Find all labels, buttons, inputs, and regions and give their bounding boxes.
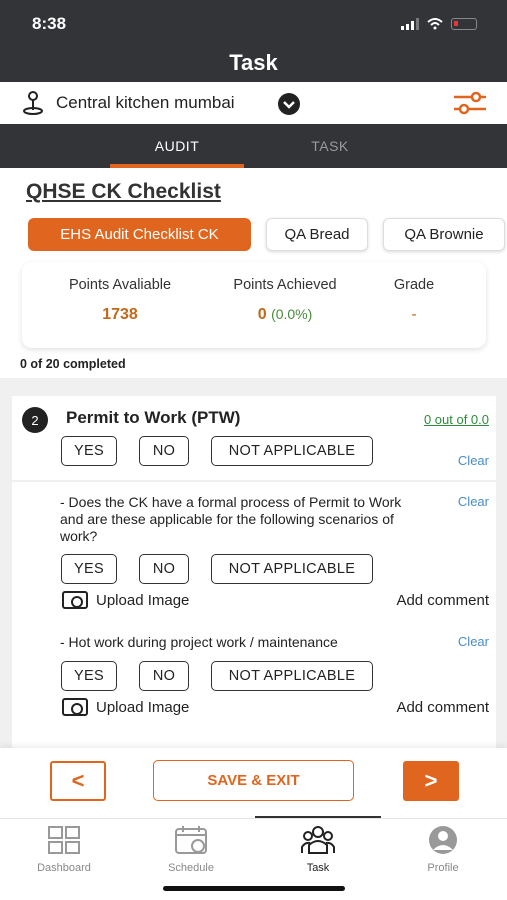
question-2-text: - Hot work during project work / mainten… <box>60 634 338 650</box>
location-name: Central kitchen mumbai <box>56 93 235 112</box>
question-2-upload-image[interactable]: Upload Image <box>62 698 189 716</box>
location-dropdown-button[interactable] <box>278 93 300 115</box>
upload-image-label: Upload Image <box>96 591 190 609</box>
team-icon <box>301 826 335 854</box>
tabbar-schedule-label: Schedule <box>168 862 214 874</box>
question-1-upload-image[interactable]: Upload Image <box>62 591 189 609</box>
chip-qa-brownie[interactable]: QA Brownie <box>383 218 505 251</box>
camera-icon <box>62 591 88 609</box>
tab-bar: AUDIT TASK <box>0 124 507 168</box>
section-clear-link[interactable]: Clear <box>458 453 489 468</box>
tabbar-profile[interactable]: Profile <box>393 825 493 874</box>
tab-audit[interactable]: AUDIT <box>110 138 244 154</box>
question-1-na-button[interactable]: NOT APPLICABLE <box>211 554 373 584</box>
tabbar-schedule[interactable]: Schedule <box>141 825 241 874</box>
wifi-icon <box>427 18 443 30</box>
tab-task[interactable]: TASK <box>290 138 370 154</box>
battery-icon <box>451 18 477 30</box>
location-pin-icon <box>23 91 43 115</box>
section-title: Permit to Work (PTW) <box>66 408 241 427</box>
tabbar-dashboard-label: Dashboard <box>37 862 91 874</box>
tabbar-profile-label: Profile <box>427 862 459 874</box>
dashboard-icon <box>48 826 80 854</box>
points-achieved-label: Points Achieved <box>233 277 337 293</box>
chip-ehs-audit[interactable]: EHS Audit Checklist CK <box>28 218 251 251</box>
chevron-down-icon <box>283 101 295 109</box>
section-yes-button[interactable]: YES <box>61 436 117 466</box>
chip-qa-bread[interactable]: QA Bread <box>266 218 368 251</box>
grade-label: Grade <box>393 277 435 293</box>
active-tab-indicator <box>110 164 244 168</box>
app-header: 8:38 Task <box>0 0 507 82</box>
section-na-button[interactable]: NOT APPLICABLE <box>211 436 373 466</box>
tabbar-task-label: Task <box>306 862 330 874</box>
points-summary-card: Points Avaliable 1738 Points Achieved 0 … <box>22 262 486 348</box>
points-achieved-number: 0 <box>257 306 267 323</box>
signal-icon <box>401 18 419 30</box>
points-achieved-value: 0 (0.0%) <box>218 306 352 324</box>
save-exit-button[interactable]: SAVE & EXIT <box>153 760 354 801</box>
question-1-no-button[interactable]: NO <box>139 554 189 584</box>
location-bar[interactable]: Central kitchen mumbai <box>0 82 507 124</box>
calendar-icon <box>175 826 207 854</box>
section-score[interactable]: 0 out of 0.0 <box>424 412 489 427</box>
grade-value: - <box>411 306 417 323</box>
filter-settings-icon[interactable] <box>452 90 488 116</box>
question-2-clear-link[interactable]: Clear <box>458 634 489 649</box>
page-title: Task <box>229 50 278 75</box>
profile-icon <box>429 826 457 854</box>
question-2-na-button[interactable]: NOT APPLICABLE <box>211 661 373 691</box>
checklist-title[interactable]: QHSE CK Checklist <box>26 180 221 204</box>
section-number: 2 <box>22 407 48 433</box>
upload-image-label: Upload Image <box>96 698 190 716</box>
home-indicator <box>163 886 345 891</box>
points-available-label: Points Avaliable <box>68 277 172 293</box>
question-1-yes-button[interactable]: YES <box>61 554 117 584</box>
question-2-add-comment[interactable]: Add comment <box>396 699 489 716</box>
points-achieved-percent: (0.0%) <box>271 306 313 322</box>
section-no-button[interactable]: NO <box>139 436 189 466</box>
camera-icon <box>62 698 88 716</box>
question-1-clear-link[interactable]: Clear <box>458 494 489 509</box>
question-2-yes-button[interactable]: YES <box>61 661 117 691</box>
status-icons <box>401 18 477 30</box>
tabbar-dashboard[interactable]: Dashboard <box>14 825 114 874</box>
points-available-value: 1738 <box>102 306 138 323</box>
tabbar-task[interactable]: Task <box>268 825 368 874</box>
next-button[interactable]: > <box>403 761 459 801</box>
completion-progress: 0 of 20 completed <box>20 357 126 371</box>
question-2-no-button[interactable]: NO <box>139 661 189 691</box>
question-1-add-comment[interactable]: Add comment <box>396 592 489 609</box>
previous-button[interactable]: < <box>50 761 106 801</box>
status-time: 8:38 <box>32 14 67 33</box>
question-1-text: - Does the CK have a formal process of P… <box>60 494 402 544</box>
